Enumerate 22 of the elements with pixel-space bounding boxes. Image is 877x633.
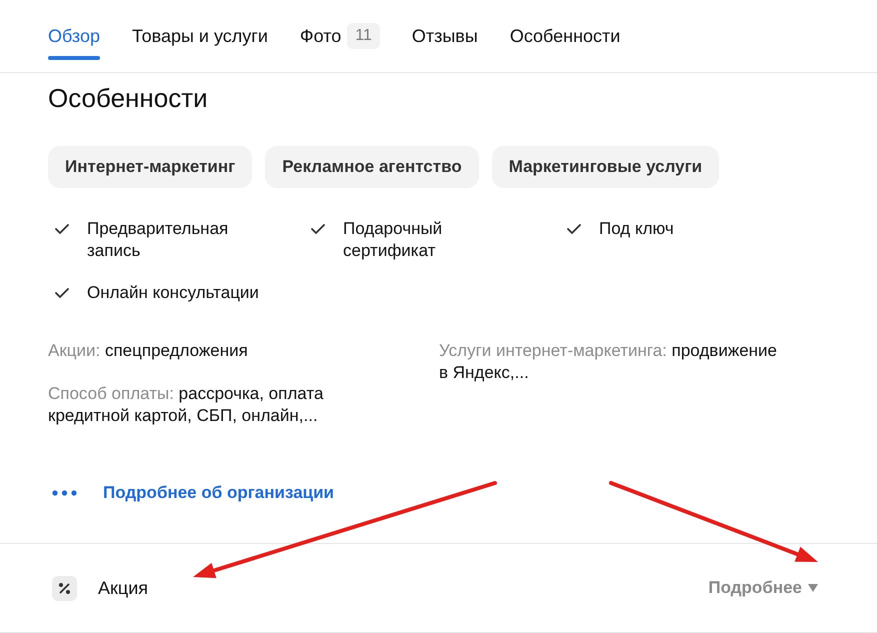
- tab[interactable]: Отзывы: [412, 0, 478, 72]
- category-tag[interactable]: Интернет-маркетинг: [48, 146, 252, 188]
- tab[interactable]: Фото 11: [300, 0, 380, 72]
- detail-text: Способ оплаты: рассрочка, оплата кредитной картой, СБП, онлайн,...: [48, 383, 324, 427]
- more-info-link[interactable]: Подробнее об организации: [103, 482, 334, 504]
- category-tag[interactable]: Рекламное агентство: [265, 146, 479, 188]
- promo-label: Акция: [98, 578, 148, 598]
- tab[interactable]: Особенности: [510, 0, 620, 72]
- percent-icon: [52, 576, 77, 600]
- section-title: Особенности: [48, 83, 209, 113]
- feature-label: Предварительная запись: [87, 218, 230, 262]
- count-badge: 11: [347, 23, 380, 49]
- category-tag[interactable]: Маркетинговые услуги: [492, 146, 720, 188]
- detail-text: Услуги интернет-маркетинга: продвижение в Яндекс,...: [439, 340, 778, 384]
- feature-label: Подарочный сертификат: [343, 218, 444, 262]
- feature-label: Под ключ: [599, 218, 675, 240]
- tab[interactable]: Обзор: [48, 0, 100, 72]
- more-dots-icon: [52, 490, 77, 496]
- feature-label: Онлайн консультации: [87, 282, 260, 304]
- caret-icon: [808, 584, 818, 592]
- tab[interactable]: Товары и услуги: [132, 0, 268, 72]
- detail-text: Акции: спецпредложения: [48, 340, 248, 362]
